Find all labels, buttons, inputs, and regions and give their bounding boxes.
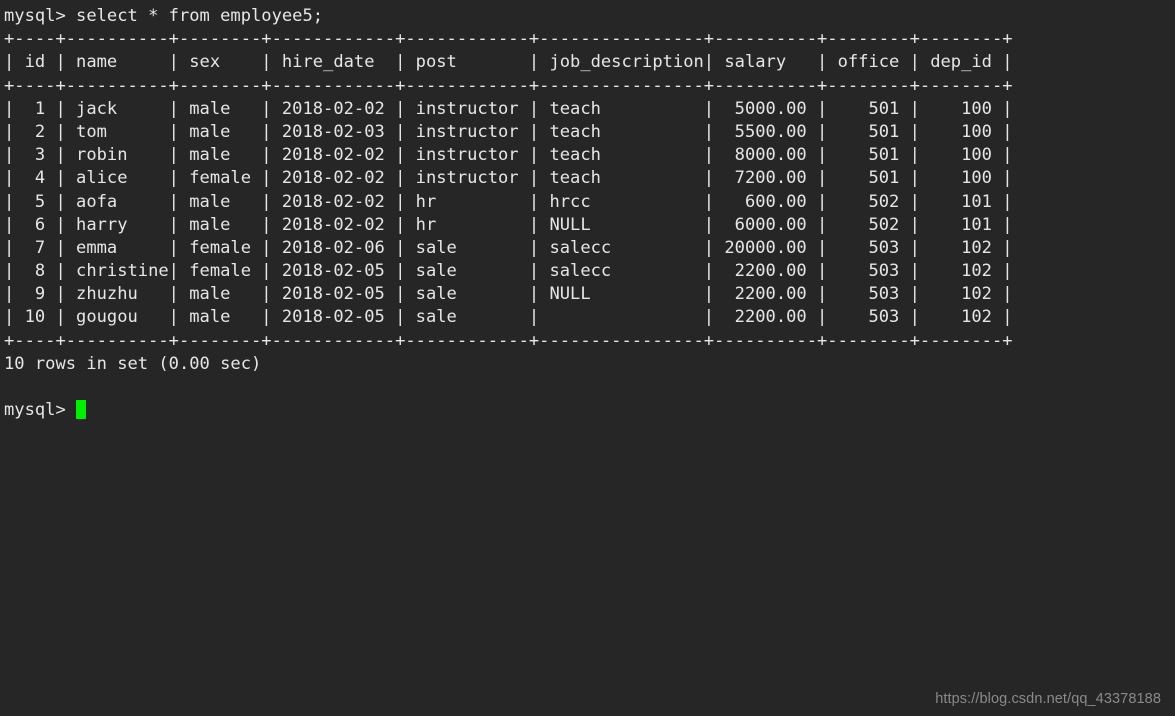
prompt-label: mysql> [4, 6, 77, 26]
table-row: | 2 | tom | male | 2018-02-03 | instruct… [4, 121, 1013, 142]
table-row: | 1 | jack | male | 2018-02-02 | instruc… [4, 98, 1013, 119]
table-body: | 1 | jack | male | 2018-02-02 | instruc… [4, 98, 1175, 330]
table-row: | 8 | christine| female | 2018-02-05 | s… [4, 261, 1013, 282]
table-header-row: | id | name | sex | hire_date | post | j… [4, 52, 1013, 73]
command-text: select * from employee5; [76, 6, 324, 26]
table-row: | 9 | zhuzhu | male | 2018-02-05 | sale … [4, 284, 1013, 305]
command-line: mysql> select * from employee5; [4, 5, 1175, 28]
table-row: | 10 | gougou | male | 2018-02-05 | sale… [4, 307, 1013, 328]
final-prompt-label: mysql> [4, 400, 77, 421]
result-status: 10 rows in set (0.00 sec) [4, 353, 262, 374]
watermark-text: https://blog.csdn.net/qq_43378188 [935, 691, 1161, 707]
terminal-window[interactable]: mysql> select * from employee5; +----+--… [0, 0, 1175, 716]
table-row: | 4 | alice | female | 2018-02-02 | inst… [4, 168, 1013, 189]
final-prompt-line[interactable]: mysql> [4, 399, 1175, 422]
table-rule-top: +----+----------+--------+------------+-… [4, 29, 1013, 50]
table-rule-header: +----+----------+--------+------------+-… [4, 75, 1013, 96]
table-rule-bottom: +----+----------+--------+------------+-… [4, 330, 1013, 351]
table-row: | 5 | aofa | male | 2018-02-02 | hr | hr… [4, 191, 1013, 212]
text-cursor [76, 400, 87, 420]
table-row: | 6 | harry | male | 2018-02-02 | hr | N… [4, 214, 1013, 235]
table-row: | 3 | robin | male | 2018-02-02 | instru… [4, 145, 1013, 166]
table-row: | 7 | emma | female | 2018-02-06 | sale … [4, 237, 1013, 258]
